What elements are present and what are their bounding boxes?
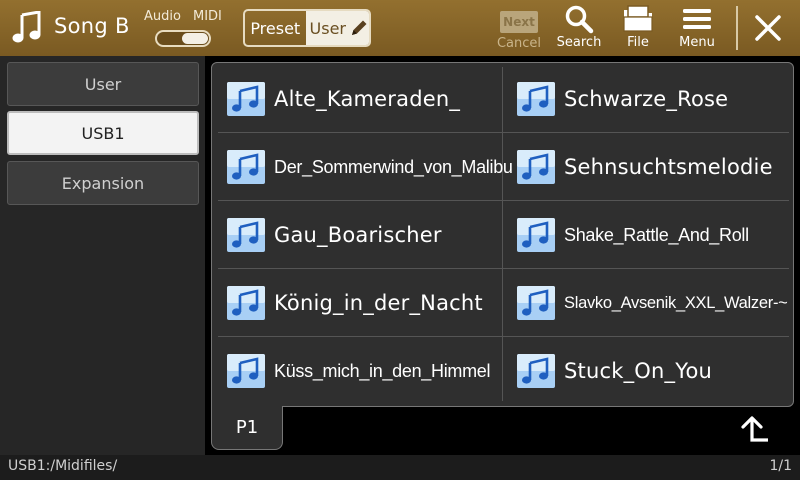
song-item[interactable]: König_in_der_Nacht: [226, 269, 483, 337]
menu-icon: [683, 9, 711, 29]
user-tab[interactable]: User: [305, 11, 369, 45]
song-item[interactable]: Shake_Rattle_And_Roll: [516, 201, 749, 269]
folder-up-icon[interactable]: [740, 414, 772, 444]
song-file-icon: [517, 82, 555, 116]
preset-tab[interactable]: Preset: [245, 11, 306, 45]
song-file-icon: [227, 286, 265, 320]
song-name: Alte_Kameraden_: [274, 87, 461, 111]
song-name: Schwarze_Rose: [564, 87, 729, 111]
audio-label: Audio: [144, 9, 181, 24]
cancel-label: Cancel: [496, 36, 542, 51]
column-divider: [502, 67, 503, 401]
preset-user-selector: Preset User: [243, 9, 371, 47]
toggle-knob: [182, 33, 208, 44]
song-name: Küss_mich_in_den_Himmel: [274, 360, 491, 381]
location-sidebar: User USB1 Expansion: [0, 56, 205, 455]
song-item[interactable]: Stuck_On_You: [516, 337, 712, 405]
search-button[interactable]: Search: [554, 4, 604, 54]
song-list-panel: Alte_Kameraden_ Der_Sommerwind_von_Malib…: [211, 62, 794, 407]
song-name: König_in_der_Nacht: [274, 291, 483, 315]
song-name: Slavko_Avsenik_XXL_Walzer-~: [564, 293, 788, 312]
song-name: Der_Sommerwind_von_Malibu: [274, 156, 513, 177]
sidebar-item-user[interactable]: User: [7, 62, 199, 106]
search-icon: [565, 5, 594, 34]
music-note-icon: [12, 11, 41, 43]
song-file-icon: [517, 354, 555, 388]
pencil-icon: [352, 20, 367, 35]
song-name: Gau_Boarischer: [274, 223, 442, 247]
song-name: Stuck_On_You: [564, 359, 713, 383]
song-file-icon: [517, 218, 555, 252]
song-item[interactable]: Alte_Kameraden_: [226, 65, 460, 133]
menu-label: Menu: [679, 35, 715, 50]
page-tab-p1[interactable]: P1: [211, 406, 283, 450]
user-tab-label: User: [309, 18, 346, 38]
sidebar-item-usb1[interactable]: USB1: [7, 111, 199, 155]
song-file-icon: [227, 82, 265, 116]
song-name: Shake_Rattle_And_Roll: [564, 224, 749, 245]
current-path: USB1:/Midifiles/: [8, 458, 118, 474]
song-name: Sehnsuchtsmelodie: [564, 155, 773, 179]
search-label: Search: [556, 35, 602, 50]
song-file-icon: [227, 150, 265, 184]
close-icon[interactable]: [752, 12, 784, 44]
sidebar-item-expansion[interactable]: Expansion: [7, 161, 199, 205]
status-bar: USB1:/Midifiles/ 1/1: [0, 455, 800, 480]
page-indicator: 1/1: [769, 458, 792, 474]
midi-label: MIDI: [193, 9, 222, 24]
audio-midi-toggle[interactable]: [155, 30, 211, 47]
next-label: Next: [500, 11, 538, 33]
song-file-icon: [227, 354, 265, 388]
song-item[interactable]: Gau_Boarischer: [226, 201, 442, 269]
song-title: Song B: [54, 14, 130, 38]
song-item[interactable]: Der_Sommerwind_von_Malibu: [226, 133, 513, 201]
song-item[interactable]: Slavko_Avsenik_XXL_Walzer-~: [516, 269, 788, 337]
file-button[interactable]: File: [617, 4, 659, 54]
header-bar: Song B Audio MIDI Preset User Next Cance…: [0, 0, 800, 56]
folder-icon: [623, 5, 653, 32]
song-file-icon: [517, 150, 555, 184]
header-divider: [736, 6, 738, 50]
file-label: File: [627, 35, 649, 50]
song-file-icon: [227, 218, 265, 252]
song-item[interactable]: Küss_mich_in_den_Himmel: [226, 337, 491, 405]
menu-button[interactable]: Menu: [675, 4, 719, 54]
next-cancel-button[interactable]: Next Cancel: [496, 4, 542, 54]
song-file-icon: [517, 286, 555, 320]
song-item[interactable]: Schwarze_Rose: [516, 65, 728, 133]
song-item[interactable]: Sehnsuchtsmelodie: [516, 133, 773, 201]
